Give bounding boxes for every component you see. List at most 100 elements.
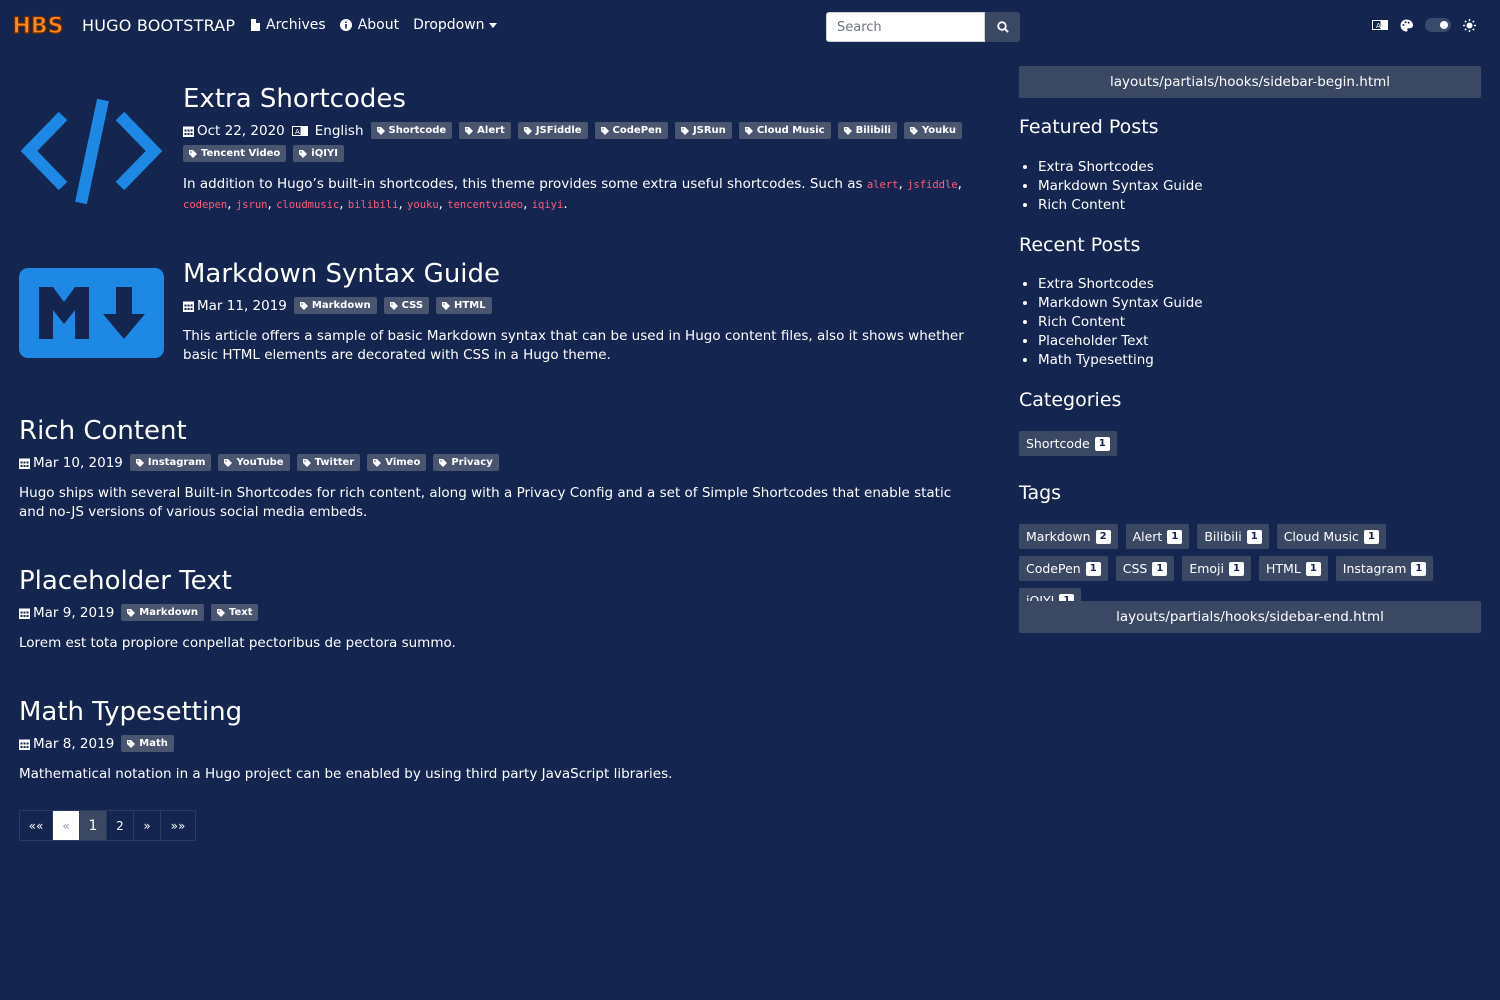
tag-icon xyxy=(439,458,448,467)
tag-chip[interactable]: CSS 1 xyxy=(1115,556,1175,581)
file-icon xyxy=(251,19,260,31)
tag-chip[interactable]: Cloud Music 1 xyxy=(1276,524,1386,549)
sidebar-post-link[interactable]: Rich Content xyxy=(1038,314,1125,330)
post-title-link[interactable]: Rich Content xyxy=(19,416,187,446)
post-title-link[interactable]: Extra Shortcodes xyxy=(183,84,406,114)
post-tag[interactable]: Cloud Music xyxy=(738,122,831,140)
post-tag[interactable]: JSFiddle xyxy=(517,122,588,140)
brand-link[interactable]: HBS HUGO BOOTSTRAP xyxy=(12,10,235,40)
count-badge: 1 xyxy=(1094,436,1110,451)
shortcode-name: bilibili xyxy=(347,199,399,212)
categories-heading: Categories xyxy=(1019,389,1122,411)
markdown-logo-icon[interactable] xyxy=(19,268,164,358)
post-tag[interactable]: Text xyxy=(210,604,259,622)
sidebar-begin-hook: layouts/partials/hooks/sidebar-begin.htm… xyxy=(1019,66,1481,98)
tag-icon xyxy=(302,458,311,467)
post-tag[interactable]: CodePen xyxy=(594,122,668,140)
post-tag[interactable]: Youku xyxy=(903,122,963,140)
count-badge: 2 xyxy=(1095,529,1111,544)
sidebar-post-link[interactable]: Extra Shortcodes xyxy=(1038,276,1154,292)
post-tag[interactable]: Math xyxy=(121,735,174,753)
post-summary: This article offers a sample of basic Ma… xyxy=(183,328,964,364)
post-title-link[interactable]: Placeholder Text xyxy=(19,566,232,596)
page-2[interactable]: 2 xyxy=(107,811,134,840)
svg-text:HBS: HBS xyxy=(12,14,63,39)
category-chip[interactable]: Shortcode 1 xyxy=(1019,431,1117,456)
code-brackets-icon[interactable] xyxy=(19,94,164,209)
post-title-link[interactable]: Markdown Syntax Guide xyxy=(183,259,500,289)
featured-posts-heading: Featured Posts xyxy=(1019,116,1159,138)
count-badge: 1 xyxy=(1229,561,1244,576)
page-prev[interactable]: « xyxy=(53,811,80,840)
navbar: HBS HUGO BOOTSTRAP Archives About Dropdo… xyxy=(0,0,1500,52)
tag-chip[interactable]: Markdown 2 xyxy=(1019,524,1118,549)
post-meta: Mar 9, 2019 Markdown Text xyxy=(19,601,974,624)
nav-link-about[interactable]: About xyxy=(339,17,399,33)
post-tag[interactable]: Bilibili xyxy=(837,122,897,140)
categories-list: Shortcode 1 xyxy=(1019,431,1481,463)
post-tag[interactable]: Markdown xyxy=(293,297,377,315)
tag-icon xyxy=(389,301,398,310)
tag-chip[interactable]: Bilibili 1 xyxy=(1197,524,1269,549)
tag-icon xyxy=(843,126,852,135)
sidebar-post-link[interactable]: Markdown Syntax Guide xyxy=(1038,295,1203,311)
post-tag[interactable]: Tencent Video xyxy=(183,145,287,163)
post-tag[interactable]: iQIYI xyxy=(293,145,344,163)
post-tag[interactable]: Markdown xyxy=(121,604,204,622)
tag-chip[interactable]: Emoji 1 xyxy=(1182,556,1251,581)
post-tag[interactable]: CSS xyxy=(383,297,430,315)
search-input[interactable] xyxy=(826,12,985,42)
count-badge: 1 xyxy=(1167,529,1183,544)
sun-icon[interactable] xyxy=(1463,18,1476,32)
post-tag[interactable]: Instagram xyxy=(129,454,212,472)
shortcode-name: cloudmusic xyxy=(276,199,340,212)
post-date: Mar 11, 2019 xyxy=(183,295,287,317)
post-language[interactable]: A English xyxy=(291,120,364,142)
sidebar-post-link[interactable]: Placeholder Text xyxy=(1038,333,1148,349)
post-tag[interactable]: Privacy xyxy=(433,454,499,472)
post-date: Mar 10, 2019 xyxy=(19,452,123,474)
sidebar-post-item: Placeholder Text xyxy=(1038,332,1203,351)
post-rich-content: Rich Content Mar 10, 2019 Instagram YouTu… xyxy=(19,416,974,522)
sidebar-post-link[interactable]: Rich Content xyxy=(1038,197,1125,213)
featured-posts-list: Extra Shortcodes Markdown Syntax Guide Ric… xyxy=(1038,158,1203,215)
sidebar-post-link[interactable]: Math Typesetting xyxy=(1038,352,1154,368)
post-title-link[interactable]: Math Typesetting xyxy=(19,697,242,727)
page-first[interactable]: «« xyxy=(20,811,53,840)
page-next[interactable]: » xyxy=(134,811,161,840)
info-circle-icon xyxy=(339,19,352,31)
language-icon[interactable]: A xyxy=(1372,20,1388,30)
calendar-icon xyxy=(183,301,194,312)
tag-chip[interactable]: Alert 1 xyxy=(1125,524,1190,549)
page-1[interactable]: 1 xyxy=(80,811,107,840)
palette-icon[interactable] xyxy=(1400,19,1413,32)
mode-toggle[interactable] xyxy=(1425,18,1451,32)
tag-chip[interactable]: HTML 1 xyxy=(1259,556,1328,581)
post-meta: Mar 11, 2019 Markdown CSS HTML xyxy=(183,294,973,317)
shortcode-name: codepen xyxy=(183,199,228,212)
tag-chip[interactable]: Instagram 1 xyxy=(1335,556,1434,581)
tag-icon xyxy=(376,126,385,135)
post-tag[interactable]: HTML xyxy=(436,297,492,315)
page-last[interactable]: »» xyxy=(161,811,195,840)
post-tag[interactable]: Shortcode xyxy=(370,122,453,140)
post-tag[interactable]: JSRun xyxy=(674,122,732,140)
post-tag[interactable]: Vimeo xyxy=(367,454,427,472)
tag-icon xyxy=(216,608,225,617)
nav-link-archives[interactable]: Archives xyxy=(250,17,326,33)
sidebar-post-link[interactable]: Markdown Syntax Guide xyxy=(1038,178,1203,194)
post-tag[interactable]: Alert xyxy=(459,122,511,140)
shortcode-name: jsfiddle xyxy=(907,179,958,192)
tag-icon xyxy=(127,739,136,748)
count-badge: 1 xyxy=(1246,529,1262,544)
svg-text:A: A xyxy=(1376,22,1381,30)
sidebar-post-link[interactable]: Extra Shortcodes xyxy=(1038,159,1154,175)
post-tag[interactable]: Twitter xyxy=(296,454,361,472)
search-button[interactable] xyxy=(985,12,1020,42)
post-meta: Mar 8, 2019 Math xyxy=(19,732,974,755)
nav-dropdown[interactable]: Dropdown xyxy=(413,17,497,33)
tag-icon xyxy=(465,126,474,135)
post-tag[interactable]: YouTube xyxy=(218,454,290,472)
sidebar-end-hook: layouts/partials/hooks/sidebar-end.html xyxy=(1019,601,1481,633)
tag-chip[interactable]: CodePen 1 xyxy=(1019,556,1108,581)
